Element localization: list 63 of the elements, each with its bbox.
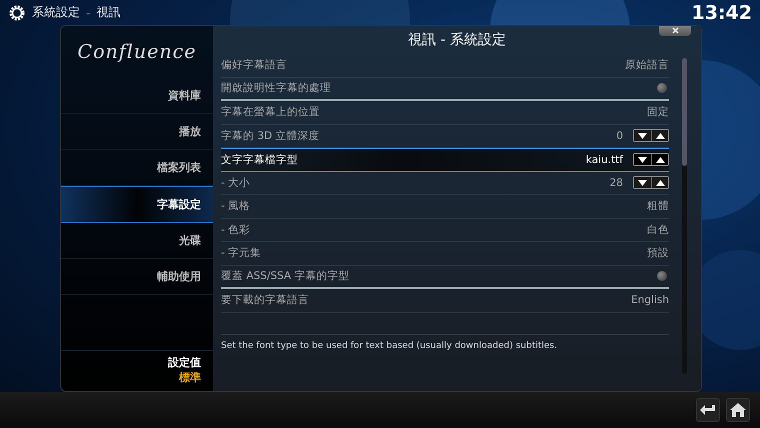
setting-value: 白色 <box>647 222 669 237</box>
setting-row[interactable]: 字幕的 3D 立體深度 0 <box>221 124 669 148</box>
setting-value: 原始語言 <box>625 58 669 72</box>
setting-value: English <box>631 294 669 306</box>
back-arrow-icon <box>700 404 716 416</box>
setting-row[interactable]: 文字字幕檔字型 kaiu.ttf <box>221 148 669 172</box>
setting-row[interactable]: 開啟說明性字幕的處理 <box>221 78 669 101</box>
increase-button[interactable] <box>651 177 668 188</box>
setting-label: - 字元集 <box>221 246 262 260</box>
setting-label: 偏好字幕語言 <box>221 58 288 72</box>
gear-icon <box>8 4 26 22</box>
up-arrow-icon <box>656 180 664 186</box>
setting-label: 開啟說明性字幕的處理 <box>221 81 332 96</box>
setting-value: 28 <box>610 176 623 189</box>
breadcrumb-item: 系統設定 <box>32 4 80 21</box>
dialog-title: 視訊 - 系統設定 <box>408 31 506 49</box>
logo: Confluence <box>76 40 198 65</box>
clock: 13:42 <box>692 2 752 24</box>
decrease-button[interactable] <box>634 154 651 166</box>
setting-description: Set the font type to be used for text based (usually downloaded) subtitles. <box>221 334 669 351</box>
setting-row[interactable]: - 大小 28 <box>221 172 669 195</box>
down-arrow-icon <box>638 156 647 163</box>
setting-label: - 大小 <box>221 176 252 190</box>
down-arrow-icon <box>638 180 647 186</box>
settings-level-value[interactable]: 標準 <box>179 370 201 385</box>
setting-row[interactable]: 字幕在螢幕上的位置 固定 <box>221 101 669 124</box>
setting-row[interactable]: - 字元集 預設 <box>221 242 669 266</box>
close-button[interactable] <box>659 26 691 36</box>
setting-row[interactable]: 覆蓋 ASS/SSA 字幕的字型 <box>221 266 669 289</box>
home-button[interactable] <box>726 398 750 422</box>
setting-value: 預設 <box>647 246 669 260</box>
setting-row[interactable]: 偏好字幕語言 原始語言 <box>221 54 669 78</box>
setting-value: 粗體 <box>647 199 669 214</box>
decrease-button[interactable] <box>634 177 651 188</box>
decrease-button[interactable] <box>634 130 651 142</box>
setting-label: 字幕的 3D 立體深度 <box>221 128 320 143</box>
setting-row[interactable]: - 色彩 白色 <box>221 218 669 242</box>
increase-button[interactable] <box>651 154 668 166</box>
setting-label: - 色彩 <box>221 222 252 237</box>
setting-label: 要下載的字幕語言 <box>221 293 310 308</box>
settings-level-label: 設定值 <box>168 355 201 370</box>
setting-label: - 風格 <box>221 199 252 214</box>
up-arrow-icon <box>656 156 664 163</box>
toggle-indicator[interactable] <box>657 83 667 94</box>
scrollbar[interactable] <box>682 58 687 374</box>
home-icon <box>730 403 746 417</box>
back-button[interactable] <box>696 398 720 422</box>
setting-label: 覆蓋 ASS/SSA 字幕的字型 <box>221 269 350 284</box>
close-icon <box>672 26 678 34</box>
setting-value: 0 <box>616 130 623 142</box>
breadcrumb-item: 視訊 <box>96 4 120 21</box>
setting-value: kaiu.ttf <box>586 154 623 166</box>
setting-value: 固定 <box>647 105 669 120</box>
breadcrumb-item: - <box>86 6 90 20</box>
setting-label: 文字字幕檔字型 <box>221 152 299 167</box>
up-arrow-icon <box>656 132 664 139</box>
setting-row[interactable]: - 風格 粗體 <box>221 195 669 218</box>
down-arrow-icon <box>638 132 647 139</box>
setting-label: 字幕在螢幕上的位置 <box>221 105 321 120</box>
setting-row[interactable]: 要下載的字幕語言 English <box>221 289 669 312</box>
toggle-indicator[interactable] <box>657 271 667 282</box>
sidebar-item[interactable]: 字幕設定 <box>61 186 213 223</box>
increase-button[interactable] <box>651 130 668 142</box>
